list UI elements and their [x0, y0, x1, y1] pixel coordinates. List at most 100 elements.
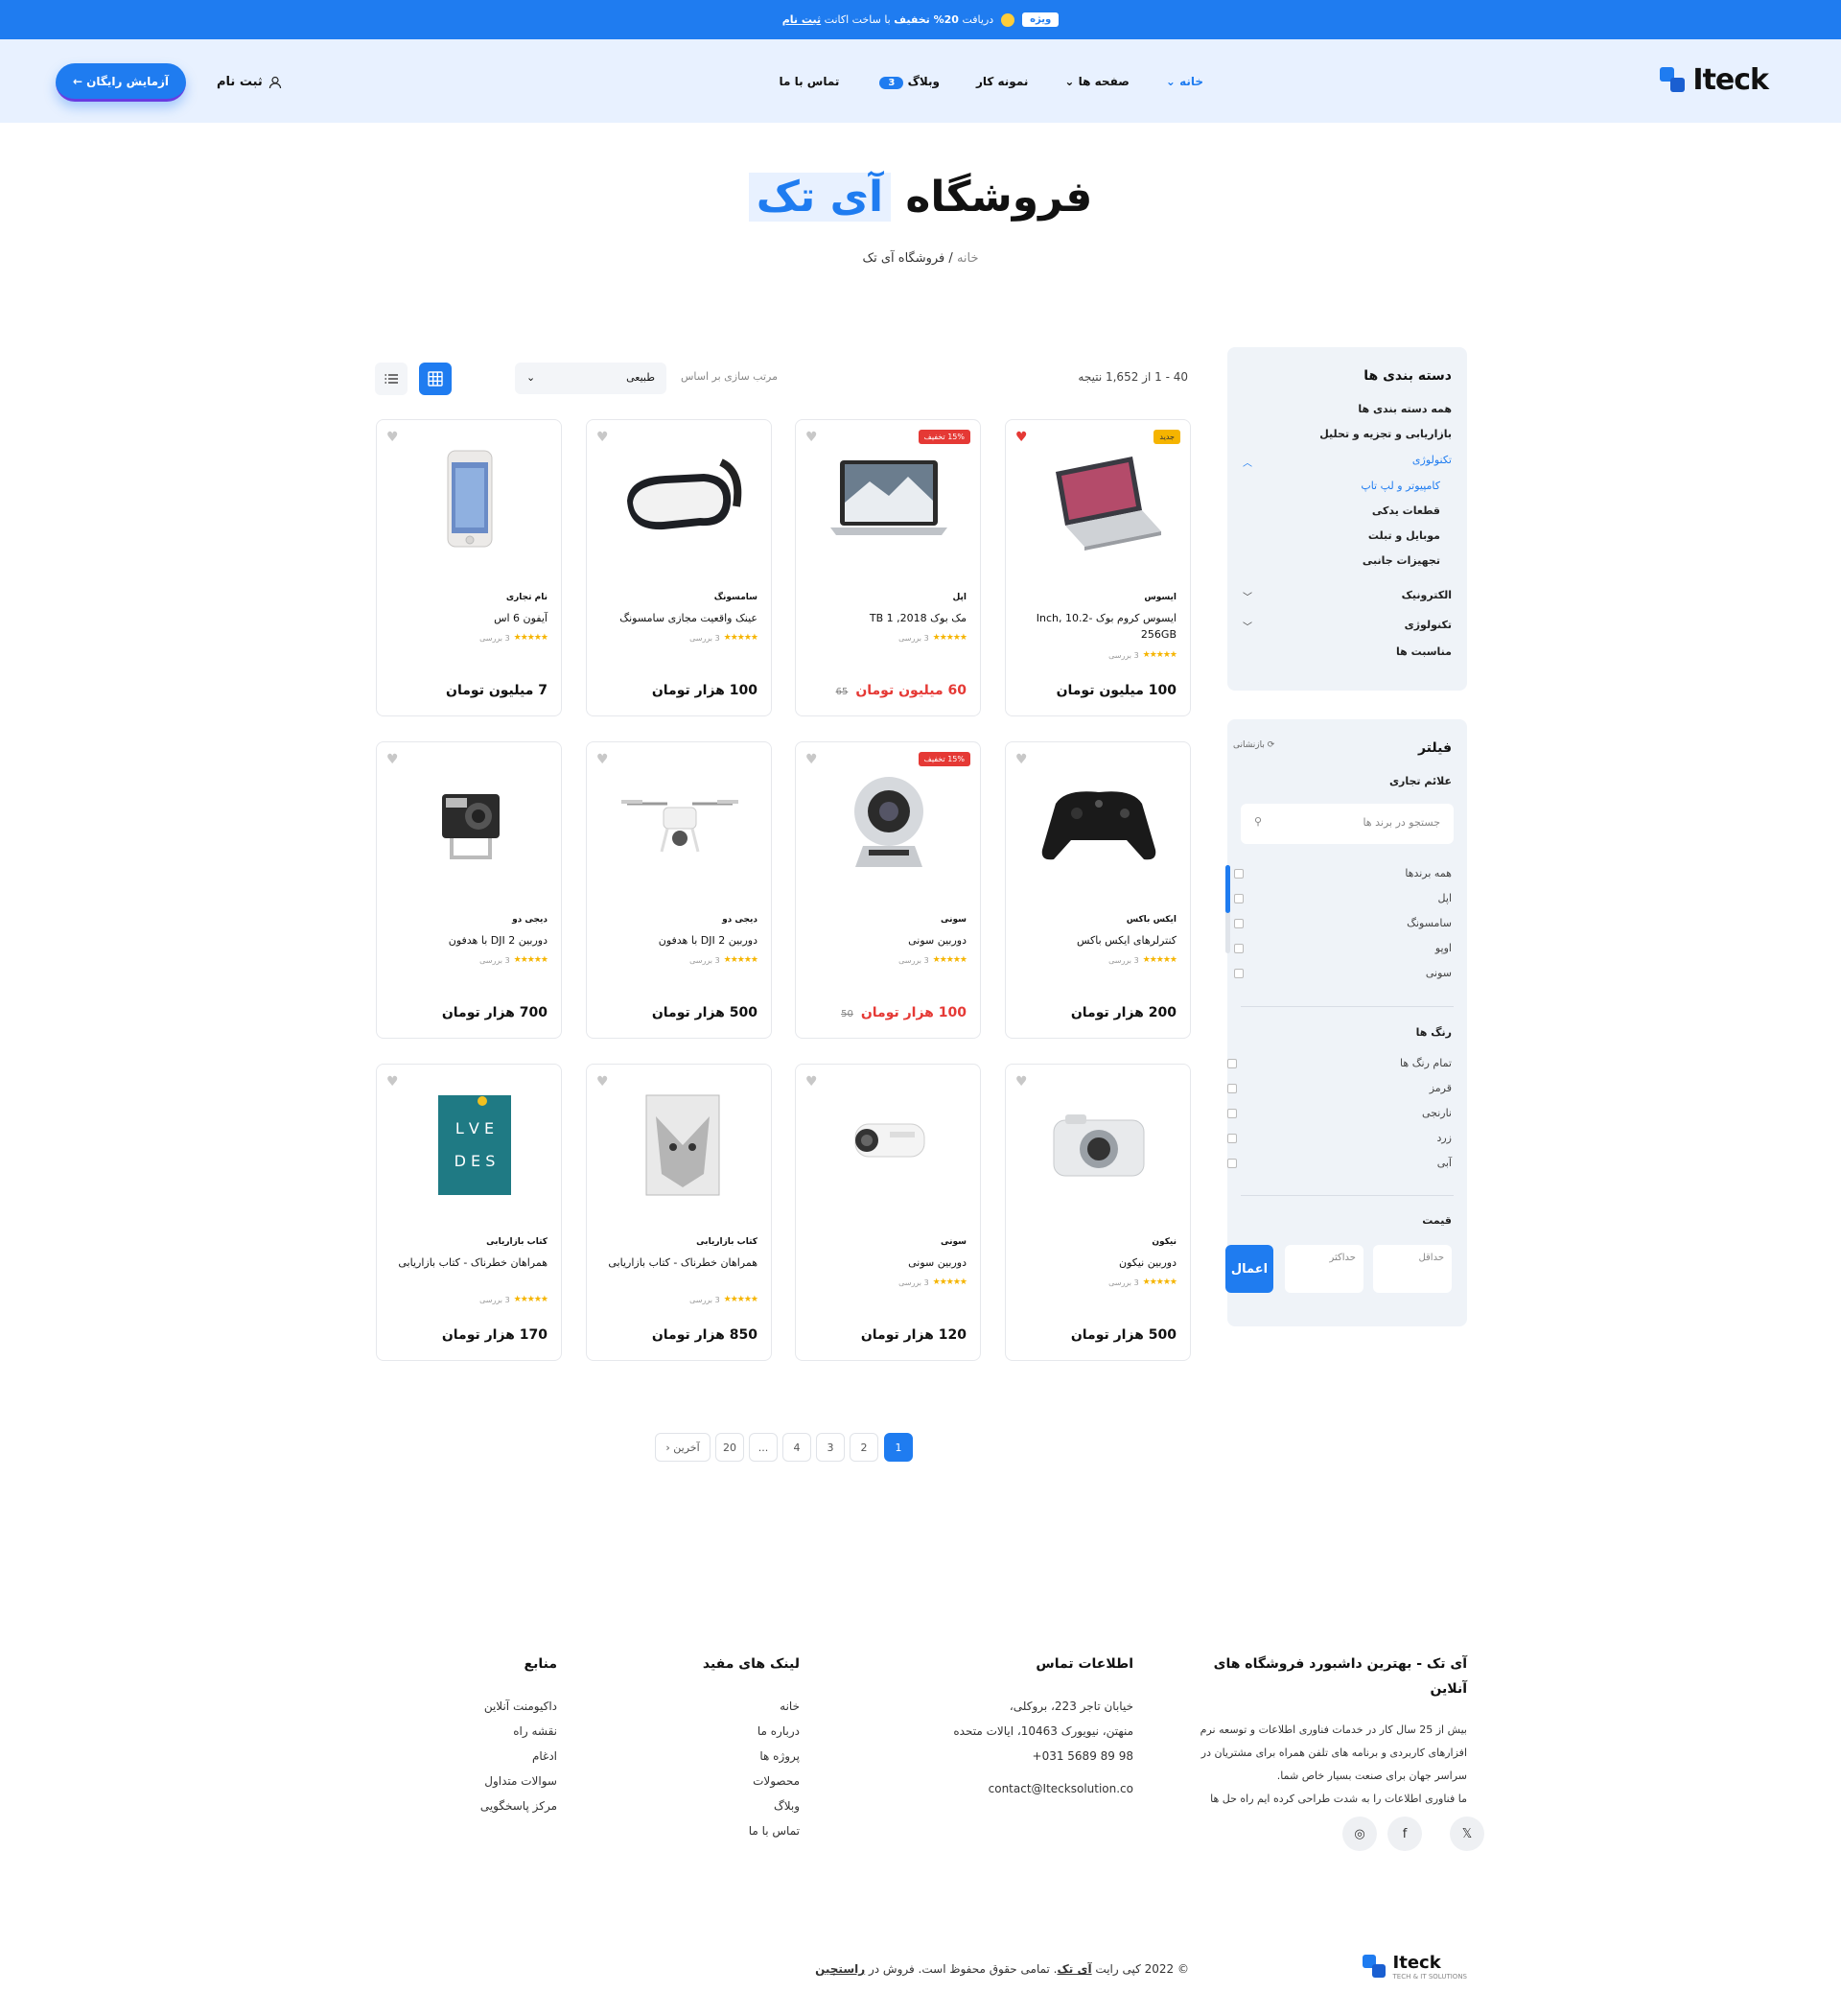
footer-link[interactable]: سوالات متداول — [413, 1769, 557, 1793]
product-name[interactable]: عینک واقعیت مجازی سامسونگ — [596, 610, 757, 626]
product-name[interactable]: همراهان خطرناک - کتاب بازاریابی — [596, 1254, 757, 1271]
brand-link[interactable]: آی تک — [1058, 1962, 1092, 1976]
product-image[interactable] — [817, 765, 961, 879]
product-card[interactable]: ♥ 15% تخفیف اپل مک بوک 2018, TB 1 ★★★★★ 3 برر… — [795, 419, 981, 716]
brand-option[interactable]: سونی — [1426, 967, 1452, 979]
brand-checkbox[interactable] — [1234, 894, 1244, 903]
product-image[interactable] — [398, 443, 542, 556]
color-checkbox[interactable] — [1227, 1059, 1237, 1068]
free-trial-button[interactable]: آزمایش رایگان ← — [56, 63, 186, 102]
wishlist-heart-icon[interactable]: ♥ — [596, 752, 609, 767]
product-name[interactable]: مک بوک 2018, TB 1 — [805, 610, 967, 626]
subcategory-item[interactable]: موبایل و تبلت — [1368, 529, 1440, 542]
color-checkbox[interactable] — [1227, 1109, 1237, 1118]
color-option[interactable]: قرمز — [1430, 1082, 1452, 1094]
product-name[interactable]: همراهان خطرناک - کتاب بازاریابی — [386, 1254, 548, 1271]
product-name[interactable]: دوربین نیکون — [1015, 1254, 1177, 1271]
footer-link[interactable]: نقشه راه — [413, 1719, 557, 1744]
wishlist-heart-icon[interactable]: ♥ — [805, 752, 818, 767]
category-item[interactable]: مناسبت ها — [1396, 645, 1452, 658]
site-logo[interactable]: Iteck — [1660, 63, 1769, 97]
wishlist-heart-icon[interactable]: ♥ — [596, 430, 609, 445]
category-item[interactable]: بازاریابی و تجزیه و تحلیل — [1319, 428, 1452, 440]
product-card[interactable]: ♥ سامسونگ عینک واقعیت مجازی سامسونگ ★★★★★ 3 … — [586, 419, 772, 716]
category-item[interactable]: تکنولوژی — [1412, 454, 1452, 466]
chevron-down-icon[interactable]: ﹀ — [1243, 589, 1252, 603]
footer-link[interactable]: خانه — [656, 1694, 800, 1719]
footer-link[interactable]: مرکز پاسخگویی — [413, 1793, 557, 1818]
wishlist-heart-icon[interactable]: ♥ — [596, 1074, 609, 1090]
footer-link[interactable]: داکیومنت آنلاین — [413, 1694, 557, 1719]
product-image[interactable]: L V E D E S — [398, 1088, 542, 1201]
product-name[interactable]: دوربین سونی — [805, 1254, 967, 1271]
facebook-icon[interactable]: f — [1387, 1817, 1422, 1851]
footer-link[interactable]: پروژه ها — [656, 1744, 800, 1769]
page-3[interactable]: 3 — [816, 1433, 845, 1462]
brand-option[interactable]: اوپو — [1435, 942, 1452, 954]
product-image[interactable] — [608, 1088, 752, 1201]
nav-home[interactable]: خانه ⌄ — [1166, 75, 1203, 88]
wishlist-heart-icon[interactable]: ♥ — [386, 1074, 399, 1090]
footer-link[interactable]: محصولات — [656, 1769, 800, 1793]
category-item[interactable]: الکترونیک — [1402, 589, 1452, 601]
product-card[interactable]: ♥ دیجی دو دوربین DJI 2 با هدفون ★★★★★ 3 بررس… — [586, 741, 772, 1039]
footer-logo[interactable]: Iteck TECH & IT SOLUTIONS — [1362, 1953, 1467, 1981]
color-option[interactable]: آبی — [1437, 1157, 1452, 1169]
product-image[interactable] — [817, 443, 961, 556]
product-name[interactable]: کنترلرهای ایکس باکس — [1015, 932, 1177, 949]
product-card[interactable]: ♥ دیجی دو دوربین DJI 2 با هدفون ★★★★★ 3 بررس… — [376, 741, 562, 1039]
list-view-button[interactable] — [375, 363, 408, 395]
brand-option[interactable]: همه برندها — [1405, 867, 1452, 879]
footer-link[interactable]: ادغام — [413, 1744, 557, 1769]
sort-select[interactable]: طبیعی ⌄ — [515, 363, 666, 394]
color-checkbox[interactable] — [1227, 1084, 1237, 1093]
twitter-icon[interactable]: 𝕏 — [1450, 1817, 1484, 1851]
reset-filter-button[interactable]: ⟳ بازنشانی — [1233, 740, 1274, 750]
wishlist-heart-icon[interactable]: ♥ — [805, 1074, 818, 1090]
brand-option[interactable]: اپل — [1438, 892, 1452, 904]
brand-checkbox[interactable] — [1234, 944, 1244, 953]
page-20[interactable]: 20 — [715, 1433, 744, 1462]
nav-pages[interactable]: صفحه ها ⌄ — [1064, 75, 1129, 88]
wishlist-heart-icon[interactable]: ♥ — [1015, 1074, 1028, 1090]
color-option[interactable]: زرد — [1436, 1132, 1452, 1144]
wishlist-heart-icon[interactable]: ♥ — [805, 430, 818, 445]
brand-list-scrollbar[interactable] — [1225, 865, 1230, 953]
product-image[interactable] — [608, 443, 752, 556]
product-card[interactable]: ♥ نیکون دوربین نیکون ★★★★★ 3 بررسی 500 هزار ت… — [1005, 1064, 1191, 1361]
brand-checkbox[interactable] — [1234, 969, 1244, 978]
brand-option[interactable]: سامسونگ — [1407, 917, 1452, 929]
chevron-down-icon[interactable]: ﹀ — [1243, 619, 1252, 633]
category-item[interactable]: تکنولوژی — [1405, 619, 1452, 631]
wishlist-heart-icon[interactable]: ♥ — [1015, 430, 1028, 445]
subcategory-item[interactable]: قطعات یدکی — [1372, 504, 1440, 517]
page-2[interactable]: 2 — [850, 1433, 878, 1462]
wishlist-heart-icon[interactable]: ♥ — [386, 430, 399, 445]
footer-link[interactable]: درباره ما — [656, 1719, 800, 1744]
footer-link[interactable]: تماس با ما — [656, 1818, 800, 1843]
brand-checkbox[interactable] — [1234, 869, 1244, 879]
product-name[interactable]: آیفون 6 اس — [386, 610, 548, 626]
product-card[interactable]: ♥ 15% تخفیف سونی دوربین سونی ★★★★★ 3 بررسی 100… — [795, 741, 981, 1039]
wishlist-heart-icon[interactable]: ♥ — [386, 752, 399, 767]
product-card[interactable]: ♥ سونی دوربین سونی ★★★★★ 3 بررسی 120 هزار توم… — [795, 1064, 981, 1361]
subcategory-item[interactable]: کامپیوتر و لپ تاپ — [1361, 480, 1440, 492]
color-option[interactable]: نارنجی — [1422, 1107, 1452, 1119]
product-card[interactable]: ♥ ایکس باکس کنترلرهای ایکس باکس ★★★★★ 3 بررس… — [1005, 741, 1191, 1039]
wishlist-heart-icon[interactable]: ♥ — [1015, 752, 1028, 767]
page-1[interactable]: 1 — [884, 1433, 913, 1462]
instagram-icon[interactable]: ◎ — [1342, 1817, 1377, 1851]
max-price-input[interactable]: حداکثر — [1285, 1245, 1363, 1293]
product-card[interactable]: ♥ جدید ایسوس ایسوس کروم بوک -Inch, 10.2 256… — [1005, 419, 1191, 716]
market-link[interactable]: راستچین — [815, 1962, 865, 1976]
footer-link[interactable]: وبلاگ — [656, 1793, 800, 1818]
product-name[interactable]: دوربین DJI 2 با هدفون — [596, 932, 757, 949]
product-image[interactable] — [398, 765, 542, 879]
product-image[interactable] — [817, 1088, 961, 1201]
promo-signup-link[interactable]: ثبت نام — [782, 13, 821, 26]
product-name[interactable]: دوربین سونی — [805, 932, 967, 949]
nav-contact[interactable]: تماس با ما — [780, 75, 840, 88]
contact-email[interactable]: contact@Itecksolution.co — [942, 1776, 1133, 1801]
color-option[interactable]: تمام رنگ ها — [1400, 1057, 1452, 1069]
chevron-up-icon[interactable]: ︿ — [1243, 455, 1252, 469]
